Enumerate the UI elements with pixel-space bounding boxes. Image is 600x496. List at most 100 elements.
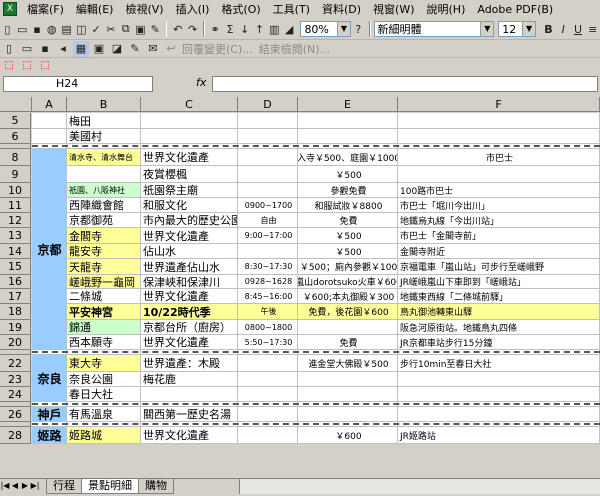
cell-e[interactable]: 免費: [298, 335, 398, 350]
row-header[interactable]: 13: [0, 228, 31, 244]
last-sheet-icon[interactable]: ▶|: [30, 479, 40, 493]
show-all-comments-icon[interactable]: ▦: [73, 40, 89, 57]
cell-f[interactable]: 金閣寺附近: [398, 244, 600, 259]
cell-b[interactable]: 金閣寺: [67, 228, 141, 244]
drawing-icon[interactable]: ◢: [283, 21, 296, 37]
row-header[interactable]: 20: [0, 335, 31, 350]
underline-button[interactable]: U: [572, 21, 585, 37]
comment-icon[interactable]: ◪: [109, 41, 125, 57]
sheet-tab[interactable]: 行程: [46, 479, 82, 494]
cell-c[interactable]: [141, 113, 238, 129]
cell-d[interactable]: [238, 113, 298, 129]
cell-e[interactable]: 入寺￥500、庭園￥1000: [298, 149, 398, 166]
cell-c[interactable]: 佔山水: [141, 244, 238, 259]
preview-icon[interactable]: ◫: [75, 21, 88, 37]
cell-e[interactable]: 參觀免費: [298, 183, 398, 198]
next-sheet-icon[interactable]: ▶: [20, 479, 30, 493]
cell-e[interactable]: [298, 129, 398, 144]
horizontal-scrollbar[interactable]: [239, 479, 600, 494]
format-painter-icon[interactable]: ✎: [149, 21, 162, 37]
cell-b[interactable]: 京都御苑: [67, 213, 141, 228]
cell-f[interactable]: JR嵯峨嵐山下車即到「嵯峨站」: [398, 275, 600, 289]
row-header[interactable]: 19: [0, 320, 31, 335]
cell-c[interactable]: 和服文化: [141, 198, 238, 213]
name-box[interactable]: H24: [3, 76, 153, 92]
row-header[interactable]: 9: [0, 166, 31, 183]
cell-b[interactable]: 梅田: [67, 113, 141, 129]
row-header[interactable]: 10: [0, 183, 31, 198]
cell-d[interactable]: [238, 129, 298, 144]
cell-b[interactable]: 平安神宮: [67, 304, 141, 320]
cell-c[interactable]: [141, 129, 238, 144]
send-icon[interactable]: ✉: [145, 41, 161, 57]
cell-c[interactable]: 10/22時代季: [141, 304, 238, 320]
cell-c[interactable]: 祇園祭主廟: [141, 183, 238, 198]
cell-b[interactable]: 美國村: [67, 129, 141, 144]
pdf-review-icon[interactable]: ⬚: [37, 57, 53, 73]
track-changes-icon[interactable]: ✎: [127, 41, 143, 57]
row-header[interactable]: 5: [0, 113, 31, 129]
cell-f[interactable]: [398, 166, 600, 183]
cell-c[interactable]: 世界文化遺產: [141, 335, 238, 350]
cell-f[interactable]: 步行10min至春日大社: [398, 355, 600, 372]
cell-e[interactable]: ￥600: [298, 427, 398, 444]
cell-e[interactable]: 免費，後花園￥600: [298, 304, 398, 320]
print-icon[interactable]: ▤: [60, 21, 73, 37]
save-icon[interactable]: ▪: [31, 21, 44, 37]
cell-f[interactable]: 地鐵烏丸線「今出川站」: [398, 213, 600, 228]
cell-b[interactable]: 錦通: [67, 320, 141, 335]
cell-d[interactable]: 9:00~17:00: [238, 228, 298, 244]
cell-d[interactable]: 0928~1628: [238, 275, 298, 289]
cell-region[interactable]: [32, 113, 67, 129]
chart-wizard-icon[interactable]: ▥: [268, 21, 281, 37]
cell-c[interactable]: 世界遺產佔山水: [141, 259, 238, 275]
cell-b[interactable]: 龍安寺: [67, 244, 141, 259]
row-header[interactable]: 18: [0, 304, 31, 320]
cell-b[interactable]: 有馬溫泉: [67, 407, 141, 422]
align-left-icon[interactable]: ≡: [586, 21, 599, 37]
cell-e[interactable]: 進金堂大佛殿￥500: [298, 355, 398, 372]
reply-icon[interactable]: ↩: [163, 41, 179, 57]
chevron-down-icon[interactable]: ▼: [480, 22, 494, 36]
cell-d[interactable]: 午後: [238, 304, 298, 320]
chevron-down-icon[interactable]: ▼: [522, 22, 536, 36]
cell-e[interactable]: ￥500: [298, 228, 398, 244]
cell-f[interactable]: [398, 407, 600, 422]
column-header[interactable]: F: [398, 97, 600, 112]
cell-b[interactable]: 祇園、八阪神社: [67, 183, 141, 198]
sort-asc-icon[interactable]: ↓: [238, 21, 251, 37]
cell-f[interactable]: JR京都車站步行15分鐘: [398, 335, 600, 350]
cell-c[interactable]: 關西第一歷史名湯: [141, 407, 238, 422]
cell-e[interactable]: [298, 407, 398, 422]
cell-c[interactable]: 世界文化遺產: [141, 149, 238, 166]
cell-c[interactable]: 世界文化遺產: [141, 228, 238, 244]
cell-b[interactable]: 清水寺、清水舞台: [67, 149, 141, 166]
cell-e[interactable]: [298, 387, 398, 402]
autosum-icon[interactable]: Σ: [224, 21, 237, 37]
open-icon[interactable]: ▭: [16, 21, 29, 37]
cell-d[interactable]: [238, 387, 298, 402]
cell-c[interactable]: 京都台所（廚房）: [141, 320, 238, 335]
bold-button[interactable]: B: [542, 21, 555, 37]
cell-e[interactable]: ￥500: [298, 244, 398, 259]
cell-f[interactable]: [398, 113, 600, 129]
cell-b[interactable]: 二條城: [67, 289, 141, 304]
menu-edit[interactable]: 編輯(E): [70, 1, 120, 17]
cell-b[interactable]: 奈良公園: [67, 372, 141, 387]
new-icon[interactable]: ▯: [1, 21, 14, 37]
cell-d[interactable]: 0900~1700: [238, 198, 298, 213]
cell-e[interactable]: [298, 320, 398, 335]
sheet-tab-active[interactable]: 景點明細: [81, 479, 139, 494]
row-header[interactable]: 24: [0, 387, 31, 402]
row-header[interactable]: 28: [0, 427, 31, 444]
column-header[interactable]: C: [141, 97, 238, 112]
row-header[interactable]: 8: [0, 149, 31, 166]
cell-e[interactable]: 和服試妝￥8800: [298, 198, 398, 213]
cell-f[interactable]: [398, 372, 600, 387]
row-header[interactable]: 17: [0, 289, 31, 304]
cell-b[interactable]: 西陣織會館: [67, 198, 141, 213]
menu-help[interactable]: 說明(H): [421, 1, 472, 17]
sort-desc-icon[interactable]: ↑: [253, 21, 266, 37]
edit-comment-icon[interactable]: ▪: [37, 41, 53, 57]
cell-d[interactable]: [238, 183, 298, 198]
